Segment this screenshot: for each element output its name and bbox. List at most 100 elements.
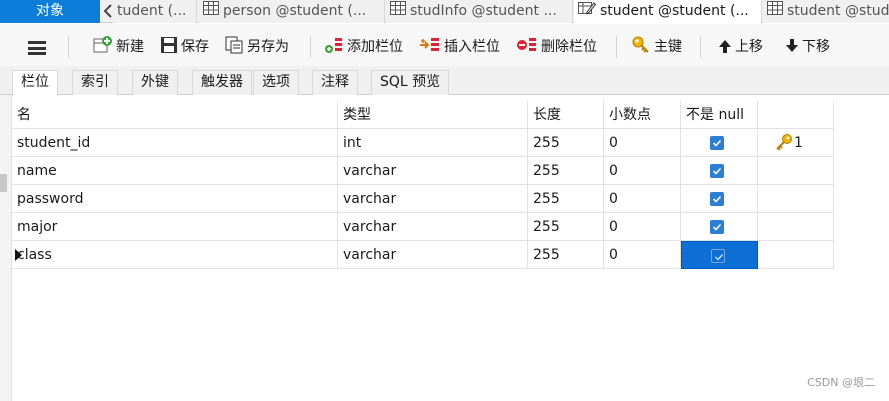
save-button[interactable]: 保存 xyxy=(160,36,209,58)
insert-field-icon xyxy=(419,36,441,61)
field-name-cell[interactable]: password xyxy=(12,185,338,213)
tab-student-more[interactable]: student @stude xyxy=(763,0,889,23)
field-decimals-cell[interactable]: 0 xyxy=(604,185,681,213)
field-type-cell[interactable]: varchar xyxy=(338,185,528,213)
field-decimals-cell[interactable]: 0 xyxy=(604,213,681,241)
delete-field-icon xyxy=(516,36,538,61)
tab-label: student @student (... xyxy=(600,3,749,19)
arrow-up-icon xyxy=(718,38,732,61)
field-key-cell[interactable] xyxy=(758,241,834,269)
table-icon xyxy=(767,0,783,22)
toolbar-divider xyxy=(310,36,311,58)
column-header-type[interactable]: 类型 xyxy=(338,101,528,129)
field-type-cell[interactable]: varchar xyxy=(338,213,528,241)
field-length-cell[interactable]: 255 xyxy=(528,213,604,241)
field-length-cell[interactable]: 255 xyxy=(528,185,604,213)
tab-person[interactable]: person @student (... xyxy=(199,0,385,23)
tab-objects[interactable]: 对象 xyxy=(0,0,100,23)
subtab-options[interactable]: 选项 xyxy=(253,70,299,95)
save-label: 保存 xyxy=(181,39,209,55)
field-key-cell[interactable] xyxy=(758,185,834,213)
field-not-null-cell[interactable] xyxy=(681,157,758,185)
move-up-button[interactable]: 上移 xyxy=(718,36,763,58)
subtab-triggers[interactable]: 触发器 xyxy=(192,70,252,95)
menu-icon[interactable] xyxy=(28,41,46,55)
primary-key-label: 主键 xyxy=(654,39,682,55)
field-name-cell[interactable]: student_id xyxy=(12,129,338,157)
not-null-checkbox[interactable] xyxy=(711,249,725,263)
add-field-label: 添加栏位 xyxy=(347,39,403,55)
subtab-sql-preview[interactable]: SQL 预览 xyxy=(371,70,450,95)
key-icon xyxy=(631,36,651,61)
key-icon xyxy=(774,132,794,160)
field-type-cell[interactable]: varchar xyxy=(338,241,528,269)
field-type-cell[interactable]: varchar xyxy=(338,157,528,185)
field-key-cell[interactable]: 1 xyxy=(758,129,834,157)
field-name-cell[interactable]: major xyxy=(12,213,338,241)
chevron-left-icon[interactable] xyxy=(103,4,113,18)
tab-studinfo[interactable]: studInfo @student ... xyxy=(386,0,573,23)
tab-label: person @student (... xyxy=(223,3,367,19)
column-header-key[interactable] xyxy=(758,101,834,129)
primary-key-button[interactable]: 主键 xyxy=(631,36,682,58)
field-length-cell[interactable]: 255 xyxy=(528,157,604,185)
field-not-null-cell[interactable] xyxy=(681,185,758,213)
field-decimals-cell[interactable]: 0 xyxy=(604,241,681,269)
not-null-checkbox[interactable] xyxy=(710,136,724,150)
scroll-handle[interactable] xyxy=(0,174,7,192)
tab-label: tudent (... xyxy=(117,3,187,19)
new-button[interactable]: 新建 xyxy=(93,36,144,58)
delete-field-label: 删除栏位 xyxy=(541,39,597,55)
key-order: 1 xyxy=(794,135,803,151)
move-down-label: 下移 xyxy=(802,39,830,55)
save-as-button[interactable]: 另存为 xyxy=(225,36,289,58)
field-decimals-cell[interactable]: 0 xyxy=(604,129,681,157)
not-null-checkbox[interactable] xyxy=(710,164,724,178)
add-field-button[interactable]: 添加栏位 xyxy=(324,36,403,58)
field-not-null-cell[interactable] xyxy=(681,129,758,157)
field-key-cell[interactable] xyxy=(758,213,834,241)
column-header-decimals[interactable]: 小数点 xyxy=(604,101,681,129)
watermark: CSDN @垠二 xyxy=(807,376,875,389)
field-decimals-cell[interactable]: 0 xyxy=(604,157,681,185)
subtab-comments[interactable]: 注释 xyxy=(312,70,358,95)
table-icon xyxy=(390,0,406,22)
tab-strip: 对象 tudent (... person @student (... stud… xyxy=(0,0,889,24)
move-down-button[interactable]: 下移 xyxy=(785,36,830,58)
toolbar-divider xyxy=(616,36,617,58)
move-up-label: 上移 xyxy=(735,39,763,55)
not-null-checkbox[interactable] xyxy=(710,192,724,206)
column-header-name[interactable]: 名 xyxy=(12,101,338,129)
field-length-cell[interactable]: 255 xyxy=(528,241,604,269)
designer-subtabs: 栏位 索引 外键 触发器 选项 注释 SQL 预览 xyxy=(0,66,889,96)
subtab-foreign-keys[interactable]: 外键 xyxy=(132,70,178,95)
row-gutter xyxy=(0,95,12,401)
field-type-cell[interactable]: int xyxy=(338,129,528,157)
tab-student-design[interactable]: student @student (... xyxy=(574,0,762,24)
tab-label: student @stude xyxy=(787,3,889,19)
field-length-cell[interactable]: 255 xyxy=(528,129,604,157)
not-null-checkbox[interactable] xyxy=(710,220,724,234)
toolbar-divider xyxy=(68,36,69,58)
subtab-fields[interactable]: 栏位 xyxy=(12,70,58,96)
toolbar: 新建 保存 另存为 添加栏位 插入栏位 删除栏位 主键 上移 下移 xyxy=(0,24,889,66)
subtab-indexes[interactable]: 索引 xyxy=(72,70,118,95)
delete-field-button[interactable]: 删除栏位 xyxy=(516,36,597,58)
arrow-down-icon xyxy=(785,38,799,61)
column-header-length[interactable]: 长度 xyxy=(528,101,604,129)
field-not-null-cell-selected[interactable] xyxy=(681,241,758,269)
new-icon xyxy=(93,36,113,61)
column-header-not-null[interactable]: 不是 null xyxy=(681,101,758,129)
insert-field-button[interactable]: 插入栏位 xyxy=(419,36,500,58)
new-label: 新建 xyxy=(116,39,144,55)
field-name-cell[interactable]: name xyxy=(12,157,338,185)
field-key-cell[interactable] xyxy=(758,157,834,185)
field-not-null-cell[interactable] xyxy=(681,213,758,241)
design-table-icon xyxy=(578,0,597,22)
save-as-label: 另存为 xyxy=(247,39,289,55)
tab-label: studInfo @student ... xyxy=(410,3,557,19)
tab-student-partial[interactable]: tudent (... xyxy=(113,0,197,23)
save-as-icon xyxy=(225,36,244,61)
field-name-cell[interactable]: class xyxy=(12,241,338,269)
add-field-icon xyxy=(324,36,344,61)
